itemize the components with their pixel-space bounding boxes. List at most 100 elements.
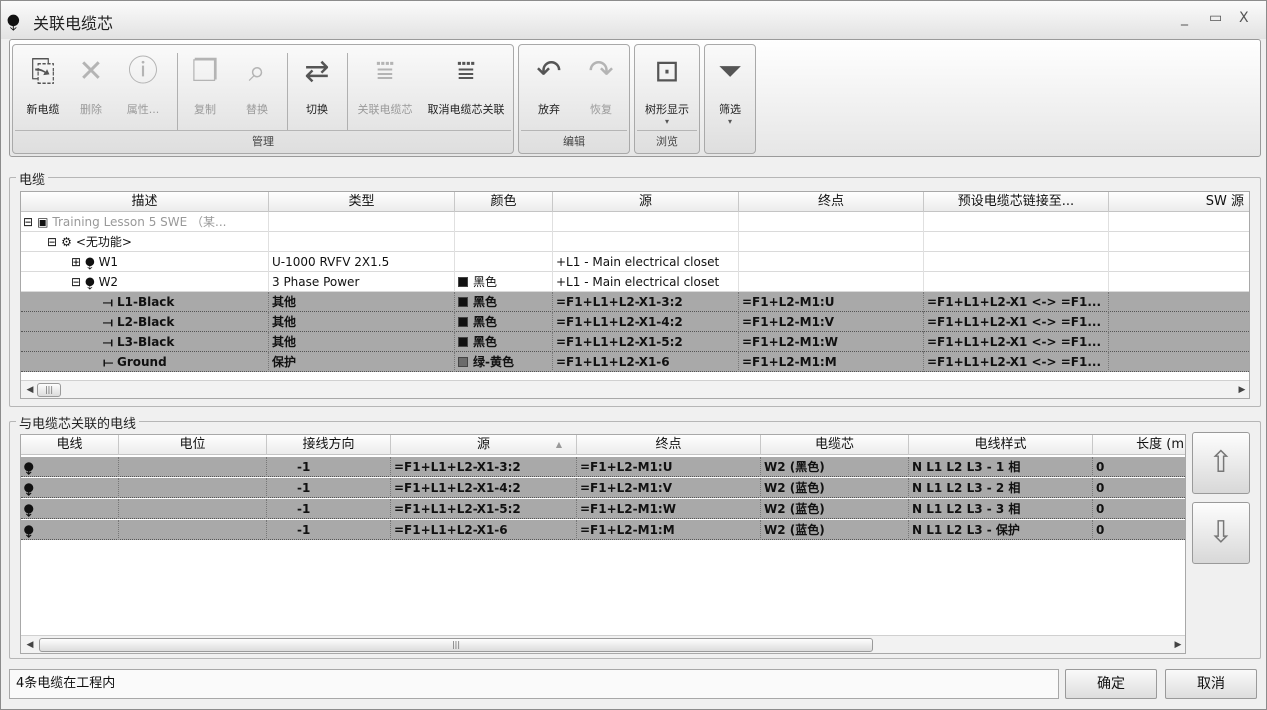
table-row[interactable]: ⊞ ⧭ W1 U-1000 RVFV 2X1.5 +L1 - Main electric… bbox=[21, 252, 1249, 272]
scroll-right-icon[interactable]: ▶ bbox=[1171, 637, 1185, 653]
collapse-icon[interactable]: ⊟ bbox=[23, 215, 33, 229]
table-row[interactable]: ⧭ -1 =F1+L1+L2-X1-3:2 =F1+L2-M1:U W2 (黑色) N L… bbox=[21, 457, 1185, 477]
scroll-thumb[interactable]: ||| bbox=[39, 638, 873, 652]
cell-dst bbox=[739, 272, 924, 292]
ribbon-group-filter: ⏷ 筛选 ▾ bbox=[704, 44, 756, 154]
ok-button[interactable]: 确定 bbox=[1065, 669, 1157, 699]
scroll-thumb[interactable]: ||| bbox=[37, 383, 61, 397]
col-type[interactable]: 类型 bbox=[269, 192, 455, 212]
cell-direction: -1 bbox=[267, 520, 391, 540]
cell-desc: ⊟ ⧭ W2 bbox=[21, 272, 269, 292]
cell-preset bbox=[924, 212, 1109, 232]
collapse-icon[interactable]: ⊟ bbox=[47, 235, 57, 249]
new-cable-button[interactable]: ⎘ 新电缆 bbox=[17, 47, 69, 117]
col-wire[interactable]: 电线 bbox=[21, 435, 119, 455]
col-description[interactable]: 描述 bbox=[21, 192, 269, 212]
row-description: L1-Black bbox=[116, 295, 175, 309]
minimize-button[interactable]: _ bbox=[1181, 10, 1188, 26]
color-swatch bbox=[458, 357, 468, 367]
table-row[interactable]: ⟞ L1-Black 其他 黑色 =F1+L1+L2-X1-3:2 =F1+L2-M1:U… bbox=[21, 292, 1249, 312]
assign-core-button[interactable]: ⩸ 关联电缆芯 bbox=[349, 47, 421, 117]
table-row[interactable]: ⧭ -1 =F1+L1+L2-X1-6 =F1+L2-M1:M W2 (蓝色) N L1 … bbox=[21, 520, 1185, 540]
cables-table-header: 描述 类型 颜色 源 终点 预设电缆芯链接至... SW 源 bbox=[21, 192, 1249, 212]
copy-icon: ❐ bbox=[191, 54, 219, 89]
cell-potential bbox=[119, 478, 267, 498]
cell-length: 0 bbox=[1093, 520, 1185, 540]
properties-button[interactable]: ⓘ 属性... bbox=[113, 47, 173, 117]
collapse-icon[interactable]: ⊟ bbox=[71, 275, 81, 289]
col-preset-link[interactable]: 预设电缆芯链接至... bbox=[924, 192, 1109, 212]
group-divider bbox=[637, 130, 697, 131]
table-row[interactable]: ⊟ ⧭ W2 3 Phase Power 黑色 +L1 - Main electrical… bbox=[21, 272, 1249, 292]
table-row[interactable]: ⟞ L3-Black 其他 黑色 =F1+L1+L2-X1-5:2 =F1+L2-M1:W… bbox=[21, 332, 1249, 352]
move-down-button[interactable]: ⇩ bbox=[1192, 502, 1250, 564]
cell-color: 黑色 bbox=[455, 272, 553, 292]
col-wire-style[interactable]: 电线样式 bbox=[909, 435, 1093, 455]
expand-icon[interactable]: ⊞ bbox=[71, 255, 81, 269]
scroll-left-icon[interactable]: ◀ bbox=[23, 382, 37, 398]
unassign-core-button[interactable]: ⩸ 取消电缆芯关联 bbox=[421, 47, 511, 117]
undo-button[interactable]: ↶ 放弃 bbox=[523, 47, 575, 117]
col-wire-source[interactable]: 源 ▲ bbox=[391, 435, 577, 455]
scroll-left-icon[interactable]: ◀ bbox=[23, 637, 37, 653]
col-core[interactable]: 电缆芯 bbox=[761, 435, 909, 455]
table-row[interactable]: ⟞ L2-Black 其他 黑色 =F1+L1+L2-X1-4:2 =F1+L2-M1:V… bbox=[21, 312, 1249, 332]
col-direction[interactable]: 接线方向 bbox=[267, 435, 391, 455]
table-row[interactable]: ⊟ ▣ Training Lesson 5 SWE （某... bbox=[21, 212, 1249, 232]
table-row[interactable]: ⟝ Ground 保护 绿-黄色 =F1+L1+L2-X1-6 =F1+L2-M1:M =F… bbox=[21, 352, 1249, 372]
cell-src: =F1+L1+L2-X1-3:2 bbox=[553, 292, 739, 312]
scroll-right-icon[interactable]: ▶ bbox=[1235, 382, 1249, 398]
filter-button[interactable]: ⏷ 筛选 ▾ bbox=[707, 47, 753, 126]
delete-button[interactable]: ✕ 删除 bbox=[69, 47, 113, 117]
wire-icon: ⧭ bbox=[24, 502, 34, 516]
assign-core-icon: ⩸ bbox=[375, 54, 395, 89]
ribbon-separator bbox=[177, 53, 178, 131]
maximize-button[interactable]: ▭ bbox=[1209, 10, 1222, 26]
cancel-button[interactable]: 取消 bbox=[1165, 669, 1257, 699]
ribbon-group-label: 编辑 bbox=[563, 135, 585, 148]
col-source[interactable]: 源 bbox=[553, 192, 739, 212]
cables-panel: 电缆 描述 类型 颜色 源 终点 预设电缆芯链接至... SW 源 ⊟ ▣ Trai… bbox=[9, 169, 1261, 407]
cell-direction: -1 bbox=[267, 499, 391, 519]
close-button[interactable]: X bbox=[1239, 10, 1249, 26]
redo-button[interactable]: ↷ 恢复 bbox=[575, 47, 627, 117]
tree-view-button[interactable]: ⊡ 树形显示 ▾ bbox=[637, 47, 697, 126]
copy-button[interactable]: ❐ 复制 bbox=[181, 47, 229, 117]
tree-view-icon: ⊡ bbox=[654, 54, 680, 89]
table-row[interactable]: ⊟ ⚙ <无功能> bbox=[21, 232, 1249, 252]
cell-dst: =F1+L2-M1:M bbox=[577, 520, 761, 540]
col-destination[interactable]: 终点 bbox=[739, 192, 924, 212]
group-divider bbox=[15, 130, 511, 131]
wires-horizontal-scrollbar[interactable]: ◀ ||| ▶ bbox=[21, 635, 1185, 653]
cell-core: W2 (蓝色) bbox=[761, 478, 909, 498]
ribbon-separator bbox=[347, 53, 348, 131]
col-color[interactable]: 颜色 bbox=[455, 192, 553, 212]
core-icon: ⟞ bbox=[103, 295, 113, 309]
switch-button[interactable]: ⇄ 切换 bbox=[291, 47, 343, 117]
cell-core: W2 (蓝色) bbox=[761, 499, 909, 519]
cell-style: N L1 L2 L3 - 2 相 bbox=[909, 478, 1093, 498]
col-sw-source[interactable]: SW 源 bbox=[1109, 192, 1249, 212]
cell-dst bbox=[739, 252, 924, 272]
cell-potential bbox=[119, 499, 267, 519]
unassign-core-icon: ⩸ bbox=[456, 54, 476, 89]
cell-sw bbox=[1109, 332, 1249, 352]
group-divider bbox=[521, 130, 627, 131]
cables-horizontal-scrollbar[interactable]: ◀ ||| ▶ bbox=[21, 380, 1249, 398]
col-potential[interactable]: 电位 bbox=[119, 435, 267, 455]
cell-src: +L1 - Main electrical closet bbox=[553, 252, 739, 272]
cell-style: N L1 L2 L3 - 1 相 bbox=[909, 457, 1093, 477]
cell-desc: ⟝ Ground bbox=[21, 352, 269, 372]
cell-style: N L1 L2 L3 - 保护 bbox=[909, 520, 1093, 540]
move-up-button[interactable]: ⇧ bbox=[1192, 432, 1250, 494]
cell-wire: ⧭ bbox=[21, 478, 119, 498]
col-length[interactable]: 长度 (m bbox=[1093, 435, 1185, 455]
table-row[interactable]: ⧭ -1 =F1+L1+L2-X1-4:2 =F1+L2-M1:V W2 (蓝色) N L… bbox=[21, 478, 1185, 498]
table-row[interactable]: ⧭ -1 =F1+L1+L2-X1-5:2 =F1+L2-M1:W W2 (蓝色) N L… bbox=[21, 499, 1185, 519]
col-wire-destination[interactable]: 终点 bbox=[577, 435, 761, 455]
ribbon-group-browse: ⊡ 树形显示 ▾ 浏览 bbox=[634, 44, 700, 154]
filter-icon: ⏷ bbox=[718, 54, 742, 89]
replace-button[interactable]: ⌕ 替换 bbox=[231, 47, 283, 117]
wire-icon: ⧭ bbox=[24, 523, 34, 537]
undo-icon: ↶ bbox=[536, 54, 562, 89]
